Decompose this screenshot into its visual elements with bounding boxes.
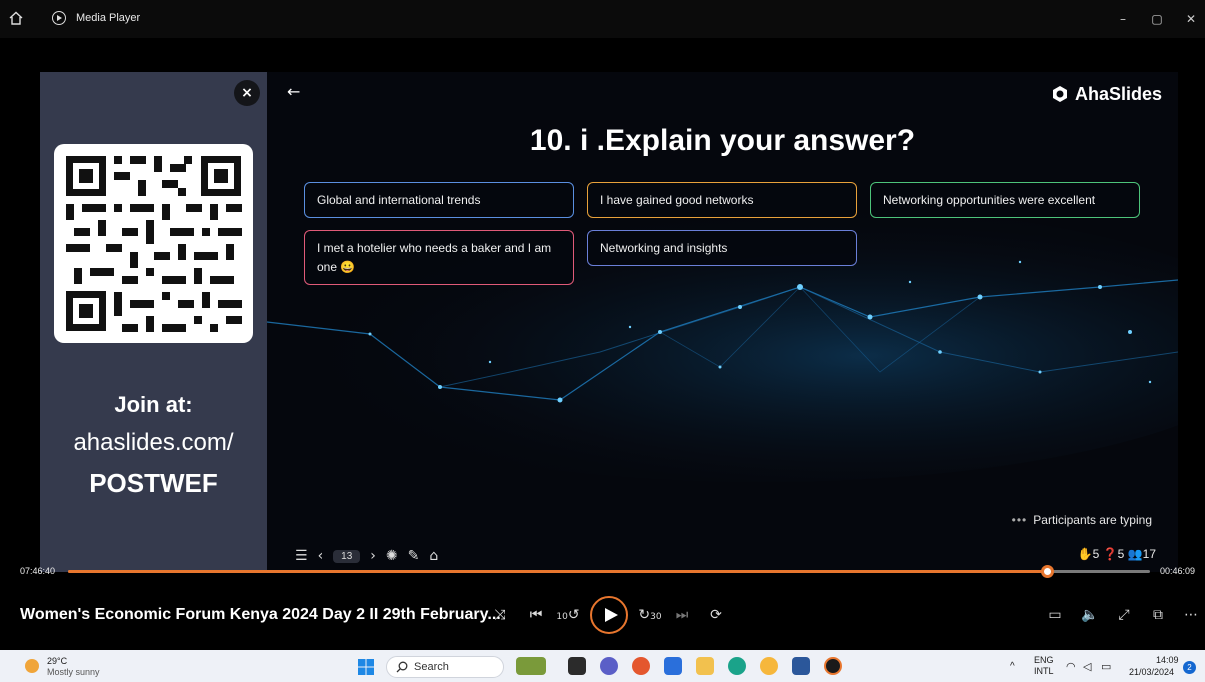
task-view-icon[interactable] [568, 657, 586, 675]
response-card: I met a hotelier who needs a baker and I… [304, 230, 574, 285]
fullscreen-icon[interactable]: ⤢ [1112, 604, 1136, 626]
media-player-app-icon [52, 11, 66, 25]
firefox-icon[interactable] [632, 657, 650, 675]
previous-track-icon[interactable]: ⏮ [524, 604, 548, 626]
response-card: Global and international trends [304, 182, 574, 218]
seek-progress [68, 570, 1048, 573]
wifi-icon[interactable]: ◠ [1066, 660, 1076, 673]
search-label: Search [414, 661, 449, 673]
play-button[interactable] [590, 596, 628, 634]
seek-bar[interactable] [68, 565, 1150, 578]
language-top[interactable]: ENG [1034, 655, 1054, 665]
join-at-label: Join at: [114, 392, 193, 417]
forward-30-icon[interactable]: ↻30 [638, 604, 662, 626]
taskbar-search-input[interactable]: Search [386, 656, 504, 678]
edge-icon[interactable] [728, 657, 746, 675]
close-sidebar-button[interactable]: × [234, 80, 260, 106]
typing-dots-icon: ••• [1011, 513, 1028, 527]
rewind-10-icon[interactable]: 10↺ [556, 604, 580, 626]
remaining-time: 00:46:09 [1159, 566, 1195, 576]
response-card: I have gained good networks [587, 182, 857, 218]
language-bottom[interactable]: INTL [1034, 666, 1054, 676]
join-sidebar: × Join at: ahaslides.com/ POSTWEF [40, 72, 267, 572]
volume-icon[interactable]: 🔈 [1078, 604, 1102, 626]
response-card: Networking opportunities were excellent [870, 182, 1140, 218]
ahaslides-logo-icon [1052, 86, 1067, 102]
battery-icon[interactable]: ▭ [1101, 660, 1111, 673]
title-bar [0, 0, 1205, 38]
join-url: ahaslides.com/ [73, 429, 234, 456]
weather-temperature[interactable]: 29°C [47, 656, 67, 666]
store-icon[interactable] [664, 657, 682, 675]
response-card: Networking and insights [587, 230, 857, 266]
home-icon[interactable] [8, 10, 24, 26]
join-code: POSTWEF [89, 468, 218, 498]
notification-badge[interactable]: 2 [1183, 661, 1196, 674]
media-player-taskbar-icon[interactable] [824, 657, 842, 675]
mini-player-icon[interactable]: ⧉ [1146, 604, 1170, 626]
file-explorer-icon[interactable] [696, 657, 714, 675]
speaker-icon[interactable]: ◁ [1083, 660, 1091, 673]
clock-date[interactable]: 21/03/2024 [1129, 667, 1174, 677]
search-icon [396, 661, 408, 673]
trees-widget-icon[interactable] [516, 657, 546, 675]
weather-description[interactable]: Mostly sunny [47, 667, 100, 677]
windows-start-icon[interactable] [358, 659, 374, 675]
restore-button[interactable]: ▢ [1142, 8, 1172, 30]
minimize-button[interactable]: – [1108, 8, 1138, 30]
repeat-off-icon[interactable]: ⟳ [704, 604, 728, 626]
chat-icon[interactable] [600, 657, 618, 675]
shuffle-icon[interactable]: ⤨ [488, 604, 512, 626]
weather-sun-icon[interactable] [25, 659, 39, 673]
close-window-button[interactable]: ✕ [1176, 8, 1205, 30]
video-frame[interactable]: × Join at: ahaslides.com/ POSTWEF ← AhaS… [40, 72, 1178, 572]
show-hidden-icons-icon[interactable]: ^ [1010, 661, 1015, 672]
typing-indicator: ••• Participants are typing [1012, 513, 1152, 527]
chrome-icon[interactable] [760, 657, 778, 675]
question-title: 10. i .Explain your answer? [529, 124, 916, 157]
word-icon[interactable] [792, 657, 810, 675]
back-arrow-button[interactable]: ← [287, 82, 300, 101]
ahaslides-logo: AhaSlides [1051, 82, 1162, 106]
video-title: Women's Economic Forum Kenya 2024 Day 2 … [20, 606, 501, 623]
rewind-10-label: 10 [556, 612, 568, 622]
elapsed-time: 07:46:40 [20, 566, 56, 576]
qr-code [54, 144, 253, 343]
clock-time[interactable]: 14:09 [1156, 655, 1179, 665]
typing-status-text: Participants are typing [1033, 513, 1152, 527]
next-track-icon[interactable]: ⏭ [670, 604, 694, 626]
ahaslides-logo-text: AhaSlides [1074, 83, 1162, 104]
subtitles-icon[interactable]: ▭ [1043, 604, 1067, 626]
more-options-icon[interactable]: ⋯ [1180, 604, 1202, 626]
window-title: Media Player [76, 12, 141, 24]
forward-30-label: 30 [650, 612, 662, 622]
